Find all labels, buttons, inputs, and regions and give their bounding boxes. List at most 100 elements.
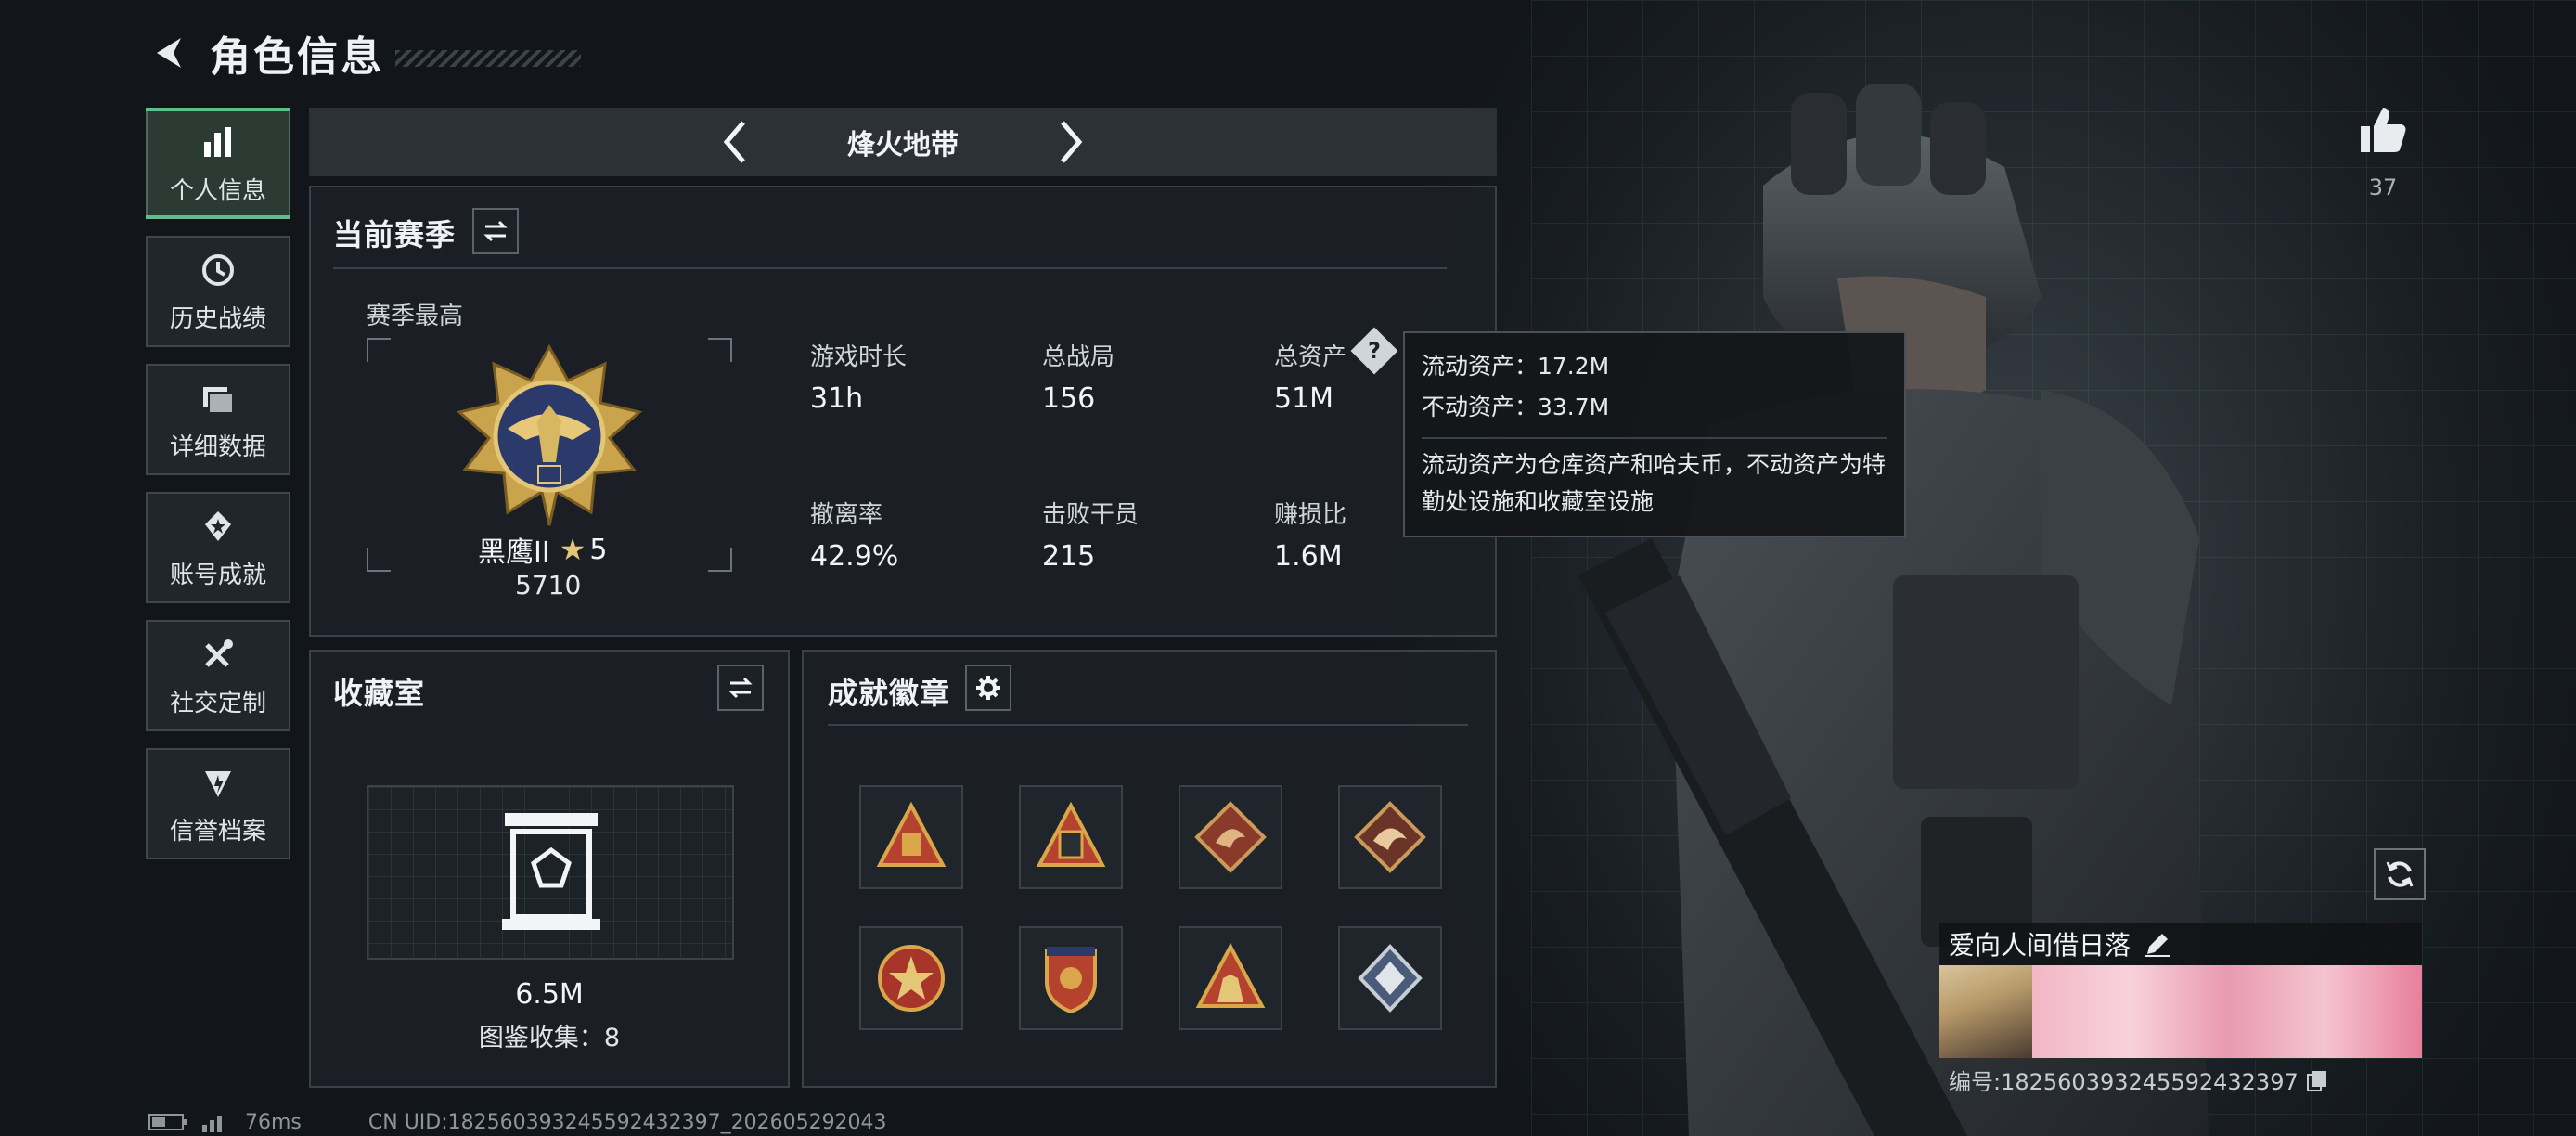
stat-value-total-assets: 51M — [1274, 382, 1334, 415]
stat-label-extract-rate: 撤离率 — [810, 501, 883, 529]
achievement-icon — [198, 506, 238, 547]
chevron-right-icon — [1061, 121, 1083, 163]
divider — [828, 724, 1468, 726]
collection-panel: 收藏室 6.5M 图鉴收集：8 — [309, 650, 790, 1088]
season-highest-label: 赛季最高 — [367, 303, 464, 330]
star-badge-icon — [878, 945, 945, 1012]
gear-icon — [976, 676, 1000, 700]
stat-value-playtime: 31h — [810, 382, 864, 415]
triangle-badge-icon — [876, 801, 947, 867]
collection-value: 6.5M — [515, 978, 584, 1011]
player-uid: 编号:1825603932455924323​97 — [1949, 1069, 2299, 1095]
stat-label-kills: 击败干员 — [1042, 501, 1140, 529]
copy-uid-button[interactable] — [2306, 1069, 2328, 1091]
stat-value-profit-ratio: 1.6M — [1274, 540, 1343, 573]
sidebar: 个人信息 历史战绩 详细数据 账号成就 社交定制 信誉档案 — [146, 108, 290, 876]
badges-title: 成就徽章 — [828, 676, 951, 711]
tooltip-liquid-assets: 流动资产：17.2M — [1422, 353, 1610, 380]
sidebar-item-achievements[interactable]: 账号成就 — [146, 492, 290, 603]
shield-badge-icon — [1045, 947, 1097, 1014]
dragon-badge-icon — [1354, 801, 1426, 873]
rank-points: 5710 — [515, 570, 582, 600]
status-bar: 76ms CN UID:182560393245592432397_202605… — [148, 1110, 887, 1134]
player-banner[interactable] — [1939, 965, 2422, 1058]
sidebar-item-label: 信誉档案 — [169, 817, 266, 846]
sidebar-item-label: 账号成就 — [169, 561, 266, 589]
rank-name: 黑鹰II — [478, 536, 550, 569]
collection-room-icon — [502, 813, 600, 930]
like-count: 37 — [2368, 174, 2398, 200]
collection-room-preview[interactable] — [367, 785, 734, 960]
season-panel: 当前赛季 赛季最高 黑鹰II ★ 5 5710 游戏时长 31h 总战局 156… — [309, 186, 1497, 637]
like-area: 37 — [2357, 104, 2409, 200]
mode-label: 烽火地带 — [847, 129, 959, 161]
copy-icon — [2306, 1070, 2326, 1091]
sidebar-item-label: 个人信息 — [169, 176, 266, 205]
stat-value-extract-rate: 42.9% — [810, 540, 899, 573]
folder-icon — [198, 378, 238, 419]
sidebar-item-label: 社交定制 — [169, 689, 266, 717]
pencil-icon — [2145, 934, 2170, 957]
signal-icon — [202, 1116, 222, 1132]
catalog-value: 8 — [603, 1024, 621, 1052]
season-switch-button[interactable] — [472, 208, 519, 254]
dragon-badge-icon — [1194, 801, 1267, 873]
help-icon[interactable]: ? — [1350, 327, 1398, 375]
ping-value: 76ms — [245, 1110, 302, 1134]
mode-next-button[interactable] — [1042, 114, 1098, 170]
badge-slot-8[interactable] — [1338, 926, 1442, 1030]
history-icon — [198, 250, 238, 290]
title-decoration — [395, 50, 581, 67]
refresh-icon — [2386, 861, 2414, 887]
sidebar-item-social-custom[interactable]: 社交定制 — [146, 620, 290, 731]
stat-value-total-matches: 156 — [1042, 382, 1096, 415]
edit-name-button[interactable] — [2144, 930, 2171, 958]
stat-label-playtime: 游戏时长 — [810, 343, 908, 371]
sidebar-item-personal-info[interactable]: 个人信息 — [146, 108, 290, 219]
header: 角色信息 — [148, 20, 581, 85]
stat-label-total-assets: 总资产 — [1274, 343, 1347, 371]
credibility-icon — [198, 762, 238, 803]
mode-selector: 烽火地带 — [309, 108, 1497, 176]
mode-prev-button[interactable] — [708, 114, 764, 170]
badges-settings-button[interactable] — [965, 665, 1011, 711]
sidebar-item-detailed-data[interactable]: 详细数据 — [146, 364, 290, 475]
badge-slot-5[interactable] — [859, 926, 963, 1030]
like-button[interactable] — [2357, 104, 2409, 160]
stat-label-profit-ratio: 赚损比 — [1274, 501, 1347, 529]
battery-icon — [148, 1114, 187, 1130]
sidebar-item-credibility[interactable]: 信誉档案 — [146, 748, 290, 859]
player-uid-row: 编号:1825603932455924323​97 — [1949, 1064, 2328, 1096]
refresh-button[interactable] — [2374, 848, 2426, 900]
player-name: 爱向人间借日落 — [1949, 930, 2132, 961]
collection-title: 收藏室 — [333, 676, 426, 711]
tooltip-fixed-assets: 不动资产：33.7M — [1422, 394, 1610, 420]
cn-uid: CN UID:182560393245592432397_20260529204… — [367, 1110, 887, 1134]
tools-icon — [198, 634, 238, 675]
badge-slot-2[interactable] — [1019, 785, 1123, 889]
back-button[interactable] — [148, 32, 191, 74]
stat-label-total-matches: 总战局 — [1042, 343, 1115, 371]
catalog-row: 图鉴收集：8 — [311, 1017, 788, 1053]
bar-chart-icon — [198, 122, 238, 162]
catalog-label: 图鉴收集： — [478, 1024, 604, 1052]
stat-value-kills: 215 — [1042, 540, 1096, 573]
sidebar-item-history[interactable]: 历史战绩 — [146, 236, 290, 347]
badge-slot-3[interactable] — [1179, 785, 1282, 889]
badges-panel: 成就徽章 — [802, 650, 1497, 1088]
badge-slot-7[interactable] — [1179, 926, 1282, 1030]
crystal-badge-icon — [1358, 944, 1423, 1013]
star-icon: ★ — [559, 532, 586, 567]
divider — [333, 267, 1447, 269]
player-avatar — [1939, 965, 2032, 1058]
chevron-left-icon — [723, 121, 745, 163]
badge-slot-1[interactable] — [859, 785, 963, 889]
collection-switch-button[interactable] — [717, 665, 764, 711]
back-arrow-icon — [157, 38, 181, 68]
assets-tooltip: 流动资产：17.2M 不动资产：33.7M 流动资产为仓库资产和哈夫币，不动资产… — [1403, 331, 1906, 537]
badge-slot-4[interactable] — [1338, 785, 1442, 889]
tooltip-description: 流动资产为仓库资产和哈夫币，不动资产为特勤处设施和收藏室设施 — [1422, 437, 1887, 521]
rank-medal-icon — [456, 343, 643, 526]
badge-slot-6[interactable] — [1019, 926, 1123, 1030]
swap-icon — [728, 677, 753, 699]
